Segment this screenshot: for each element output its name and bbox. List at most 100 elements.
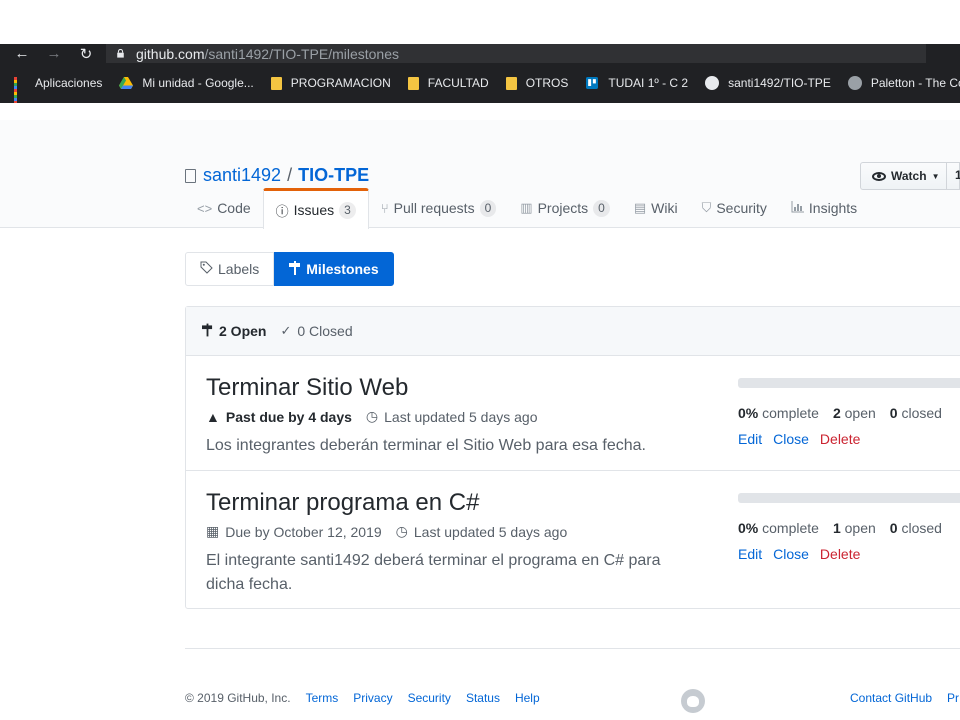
- clock-icon: ◷: [395, 523, 408, 539]
- milestone-actions: Edit Close Delete: [738, 546, 960, 562]
- edit-link[interactable]: Edit: [738, 431, 762, 447]
- tab-insights[interactable]: Insights: [779, 188, 869, 228]
- milestone-stats: 0% complete 2 open 0 closed: [738, 405, 960, 421]
- bookmark-facultad[interactable]: FACULTAD: [407, 76, 489, 90]
- repo-name-link[interactable]: TIO-TPE: [298, 165, 369, 186]
- browser-chrome: ← → ↻ github.com/santi1492/TIO-TPE/miles…: [0, 44, 960, 103]
- milestone-updated: ◷ Last updated 5 days ago: [366, 408, 538, 425]
- alert-icon: ▲: [206, 408, 220, 425]
- tab-label: Issues: [293, 202, 335, 218]
- apps-grid-icon: [14, 77, 26, 103]
- edit-link[interactable]: Edit: [738, 546, 762, 562]
- reload-icon[interactable]: ↻: [76, 44, 96, 63]
- caret-down-icon: ▼: [931, 171, 940, 181]
- milestones-label: Milestones: [306, 261, 379, 277]
- bookmark-paletton[interactable]: Paletton - The Colo: [847, 76, 960, 90]
- bookmark-otros[interactable]: OTROS: [505, 76, 568, 90]
- complete-stat: 0% complete: [738, 405, 819, 421]
- closed-label: closed: [901, 520, 942, 536]
- github-mark-icon[interactable]: [681, 689, 705, 713]
- delete-link[interactable]: Delete: [820, 431, 860, 447]
- watch-button[interactable]: Watch ▼ 1: [860, 162, 960, 190]
- open-stat[interactable]: 2 open: [833, 405, 876, 421]
- footer-link-terms[interactable]: Terms: [306, 691, 339, 705]
- back-arrow-icon[interactable]: ←: [12, 44, 32, 63]
- footer-link-pricing[interactable]: Pr: [947, 691, 959, 705]
- footer-link-status[interactable]: Status: [466, 691, 500, 705]
- milestone-title[interactable]: Terminar programa en C#: [206, 489, 479, 517]
- tab-security[interactable]: ⛉ Security: [690, 188, 779, 228]
- code-icon: <>: [197, 200, 213, 216]
- footer-right-links: Contact GitHub Pr: [850, 691, 960, 705]
- clock-icon: ◷: [365, 408, 379, 424]
- open-stat[interactable]: 1 open: [833, 520, 876, 536]
- footer-link-contact[interactable]: Contact GitHub: [850, 691, 932, 705]
- bookmark-aplicaciones[interactable]: Aplicaciones: [14, 76, 103, 103]
- issue-opened-icon: ⓘ: [275, 203, 289, 219]
- closed-count-label: 0 Closed: [297, 323, 353, 339]
- milestones-button[interactable]: Milestones: [274, 252, 394, 286]
- milestone-icon: [202, 323, 213, 340]
- close-link[interactable]: Close: [773, 546, 809, 562]
- book-icon: ▤: [633, 200, 647, 215]
- bookmark-label: santi1492/TIO-TPE: [728, 76, 831, 90]
- open-count-label: 2 Open: [219, 323, 267, 339]
- site-footer: © 2019 GitHub, Inc. Terms Privacy Securi…: [185, 648, 960, 720]
- milestone-item: Terminar Sitio Web ▲ Past due by 4 days …: [186, 356, 960, 471]
- bookmark-label: Aplicaciones: [35, 76, 103, 90]
- tab-wiki[interactable]: ▤ Wiki: [622, 188, 690, 228]
- close-link[interactable]: Close: [773, 431, 809, 447]
- address-bar[interactable]: github.com/santi1492/TIO-TPE/milestones: [106, 44, 926, 63]
- percent-value: 0%: [738, 405, 759, 421]
- milestones-filter-bar: 2 Open ✓ 0 Closed: [186, 307, 960, 356]
- tab-label: Pull requests: [393, 200, 475, 216]
- tab-issues[interactable]: ⓘ Issues 3: [262, 188, 369, 229]
- closed-milestones-filter[interactable]: ✓ 0 Closed: [280, 323, 352, 339]
- footer-link-privacy[interactable]: Privacy: [353, 691, 392, 705]
- tab-pull-requests[interactable]: ⑂ Pull requests 0: [369, 188, 508, 228]
- bookmark-github-repo[interactable]: santi1492/TIO-TPE: [705, 76, 831, 90]
- repo-separator: /: [287, 165, 293, 185]
- bookmark-label: PROGRAMACION: [290, 76, 391, 90]
- repo-title: santi1492 / TIO-TPE: [185, 165, 369, 186]
- milestone-due: ▦ Due by October 12, 2019: [206, 523, 382, 540]
- bookmark-tudai[interactable]: TUDAI 1º - C 2: [585, 76, 688, 90]
- issues-counter: 3: [339, 201, 356, 219]
- labels-button[interactable]: Labels: [185, 252, 275, 286]
- folder-icon: [505, 76, 517, 90]
- delete-link[interactable]: Delete: [820, 546, 860, 562]
- watch-label: Watch: [891, 169, 927, 183]
- folder-icon: [407, 76, 419, 90]
- milestone-stats: 0% complete 1 open 0 closed: [738, 520, 960, 536]
- tab-projects[interactable]: ▥ Projects 0: [508, 188, 622, 228]
- milestones-list: 2 Open ✓ 0 Closed Terminar Sitio Web ▲ P…: [185, 306, 960, 609]
- repo-owner-link[interactable]: santi1492: [203, 165, 281, 186]
- tab-code[interactable]: <> Code: [185, 188, 263, 228]
- milestone-description: El integrante santi1492 deberá terminar …: [206, 552, 661, 593]
- github-icon: [705, 76, 720, 90]
- due-text: Past due by 4 days: [225, 408, 352, 425]
- closed-count: 0: [889, 520, 898, 536]
- milestone-item: Terminar programa en C# ▦ Due by October…: [186, 471, 960, 608]
- bookmark-programacion[interactable]: PROGRAMACION: [270, 76, 391, 90]
- calendar-icon: ▦: [206, 523, 220, 539]
- lock-icon: [117, 49, 124, 58]
- tab-label: Insights: [808, 200, 858, 216]
- bookmark-mi-unidad[interactable]: Mi unidad - Google...: [119, 76, 254, 90]
- milestone-title[interactable]: Terminar Sitio Web: [206, 374, 408, 402]
- closed-stat[interactable]: 0 closed: [890, 405, 942, 421]
- forward-arrow-icon[interactable]: →: [44, 44, 64, 63]
- footer-link-help[interactable]: Help: [515, 691, 540, 705]
- progress-bar: [738, 493, 960, 503]
- check-icon: ✓: [280, 323, 292, 338]
- milestone-actions: Edit Close Delete: [738, 431, 960, 447]
- footer-link-security[interactable]: Security: [408, 691, 451, 705]
- closed-count: 0: [889, 405, 898, 421]
- open-milestones-filter[interactable]: 2 Open: [202, 323, 266, 340]
- open-label: open: [844, 520, 876, 536]
- watch-count[interactable]: 1: [946, 162, 960, 190]
- bookmark-label: Paletton - The Colo: [870, 76, 960, 90]
- closed-stat[interactable]: 0 closed: [890, 520, 942, 536]
- complete-label: complete: [762, 520, 819, 536]
- open-count: 1: [832, 520, 841, 536]
